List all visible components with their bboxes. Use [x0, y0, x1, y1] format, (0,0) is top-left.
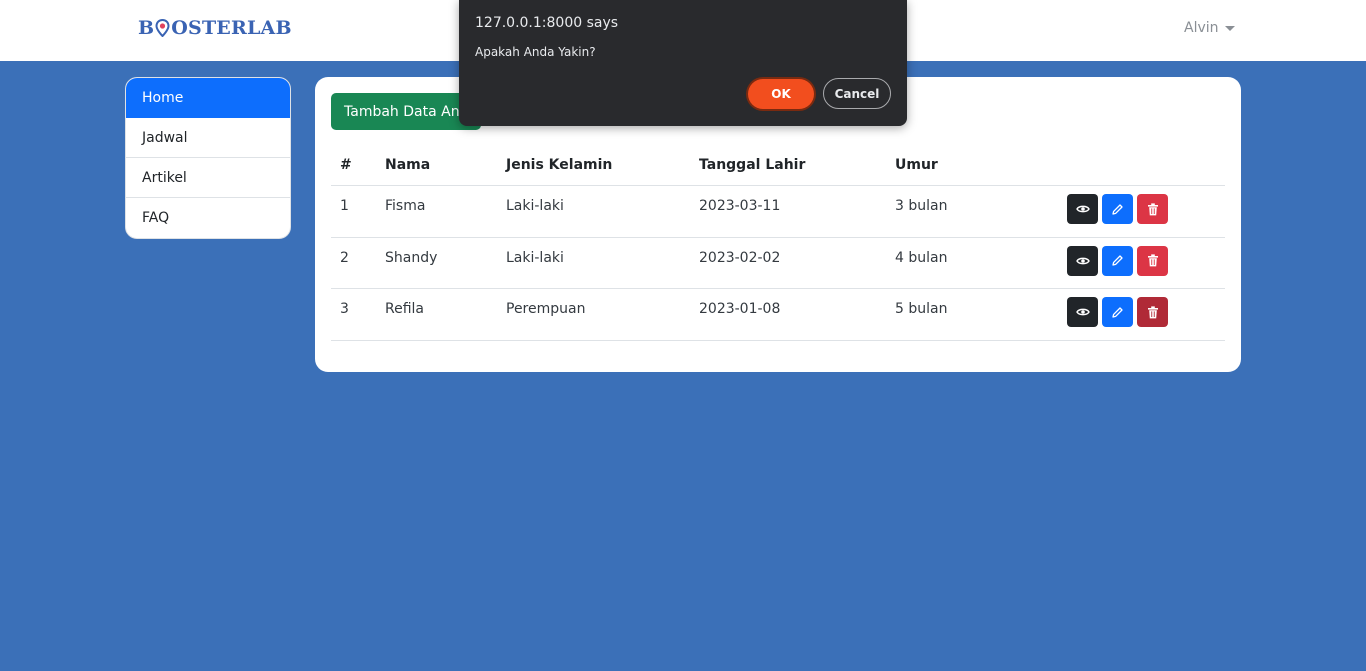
dialog-message: Apakah Anda Yakin? — [475, 45, 596, 59]
delete-button[interactable] — [1137, 297, 1168, 327]
dialog-title: 127.0.0.1:8000 says — [475, 15, 619, 31]
header-age: Umur — [895, 157, 938, 173]
cell-number: 2 — [340, 249, 349, 266]
trash-icon — [1147, 202, 1158, 215]
user-dropdown[interactable]: Alvin — [1184, 20, 1235, 36]
cell-birth-date: 2023-02-02 — [699, 249, 781, 266]
eye-icon — [1075, 205, 1090, 213]
cell-birth-date: 2023-03-11 — [699, 198, 781, 214]
add-button-label: Tambah Data Ana — [344, 103, 469, 120]
row-actions — [1067, 245, 1168, 276]
eye-icon — [1075, 308, 1090, 316]
header-gender: Jenis Kelamin — [506, 157, 613, 173]
cell-number: 3 — [340, 301, 349, 317]
caret-down-icon — [1224, 25, 1235, 31]
trash-icon — [1147, 305, 1158, 318]
table-row: 1 Fisma Laki-laki 2023-03-11 3 bulan — [331, 186, 1225, 238]
header-name: Nama — [385, 157, 431, 173]
row-actions — [1067, 194, 1168, 224]
cell-age: 5 bulan — [895, 301, 948, 317]
cell-age: 4 bulan — [895, 249, 948, 266]
user-name: Alvin — [1184, 20, 1219, 36]
eye-icon — [1075, 257, 1090, 264]
cell-gender: Laki-laki — [506, 249, 564, 266]
cell-name: Refila — [385, 301, 424, 317]
brand-logo[interactable]: B OSTERLAB — [138, 17, 292, 39]
table-header: # Nama Jenis Kelamin Tanggal Lahir Umur — [331, 145, 1225, 186]
pencil-icon — [1112, 203, 1123, 215]
sidebar-item-label: FAQ — [142, 210, 170, 226]
table-row: 2 Shandy Laki-laki 2023-02-02 4 bulan — [331, 238, 1225, 289]
row-actions — [1067, 297, 1168, 327]
children-table: # Nama Jenis Kelamin Tanggal Lahir Umur … — [331, 145, 1225, 341]
sidebar-item-label: Jadwal — [142, 129, 188, 146]
sidebar-item-artikel[interactable]: Artikel — [126, 158, 290, 198]
brand-prefix: B — [138, 17, 155, 39]
delete-button[interactable] — [1137, 245, 1168, 276]
sidebar-item-home[interactable]: Home — [126, 78, 290, 118]
view-button[interactable] — [1067, 297, 1098, 327]
cell-age: 3 bulan — [895, 198, 948, 214]
sidebar-item-label: Home — [142, 90, 184, 106]
view-button[interactable] — [1067, 194, 1098, 224]
confirm-dialog: 127.0.0.1:8000 says Apakah Anda Yakin? O… — [459, 0, 907, 126]
cell-birth-date: 2023-01-08 — [699, 301, 781, 317]
sidebar-nav: Home Jadwal Artikel FAQ — [125, 77, 291, 239]
trash-icon — [1147, 254, 1158, 267]
sidebar-item-jadwal[interactable]: Jadwal — [126, 118, 290, 158]
pencil-icon — [1112, 306, 1123, 318]
header-birth-date: Tanggal Lahir — [699, 157, 806, 173]
table-row: 3 Refila Perempuan 2023-01-08 5 bulan — [331, 289, 1225, 341]
cell-number: 1 — [340, 198, 349, 214]
edit-button[interactable] — [1102, 194, 1133, 224]
sidebar-item-label: Artikel — [142, 169, 187, 186]
cell-gender: Perempuan — [506, 301, 586, 317]
edit-button[interactable] — [1102, 245, 1133, 276]
pencil-icon — [1112, 255, 1123, 266]
ok-button[interactable]: OK — [748, 79, 814, 109]
edit-button[interactable] — [1102, 297, 1133, 327]
brand-suffix: OSTERLAB — [171, 17, 292, 39]
cancel-button[interactable]: Cancel — [823, 78, 891, 109]
map-pin-icon — [155, 19, 170, 37]
sidebar-item-faq[interactable]: FAQ — [126, 198, 290, 238]
view-button[interactable] — [1067, 245, 1098, 276]
delete-button[interactable] — [1137, 194, 1168, 224]
header-number: # — [340, 157, 352, 173]
cell-gender: Laki-laki — [506, 198, 564, 214]
cell-name: Fisma — [385, 198, 426, 214]
cell-name: Shandy — [385, 249, 438, 266]
